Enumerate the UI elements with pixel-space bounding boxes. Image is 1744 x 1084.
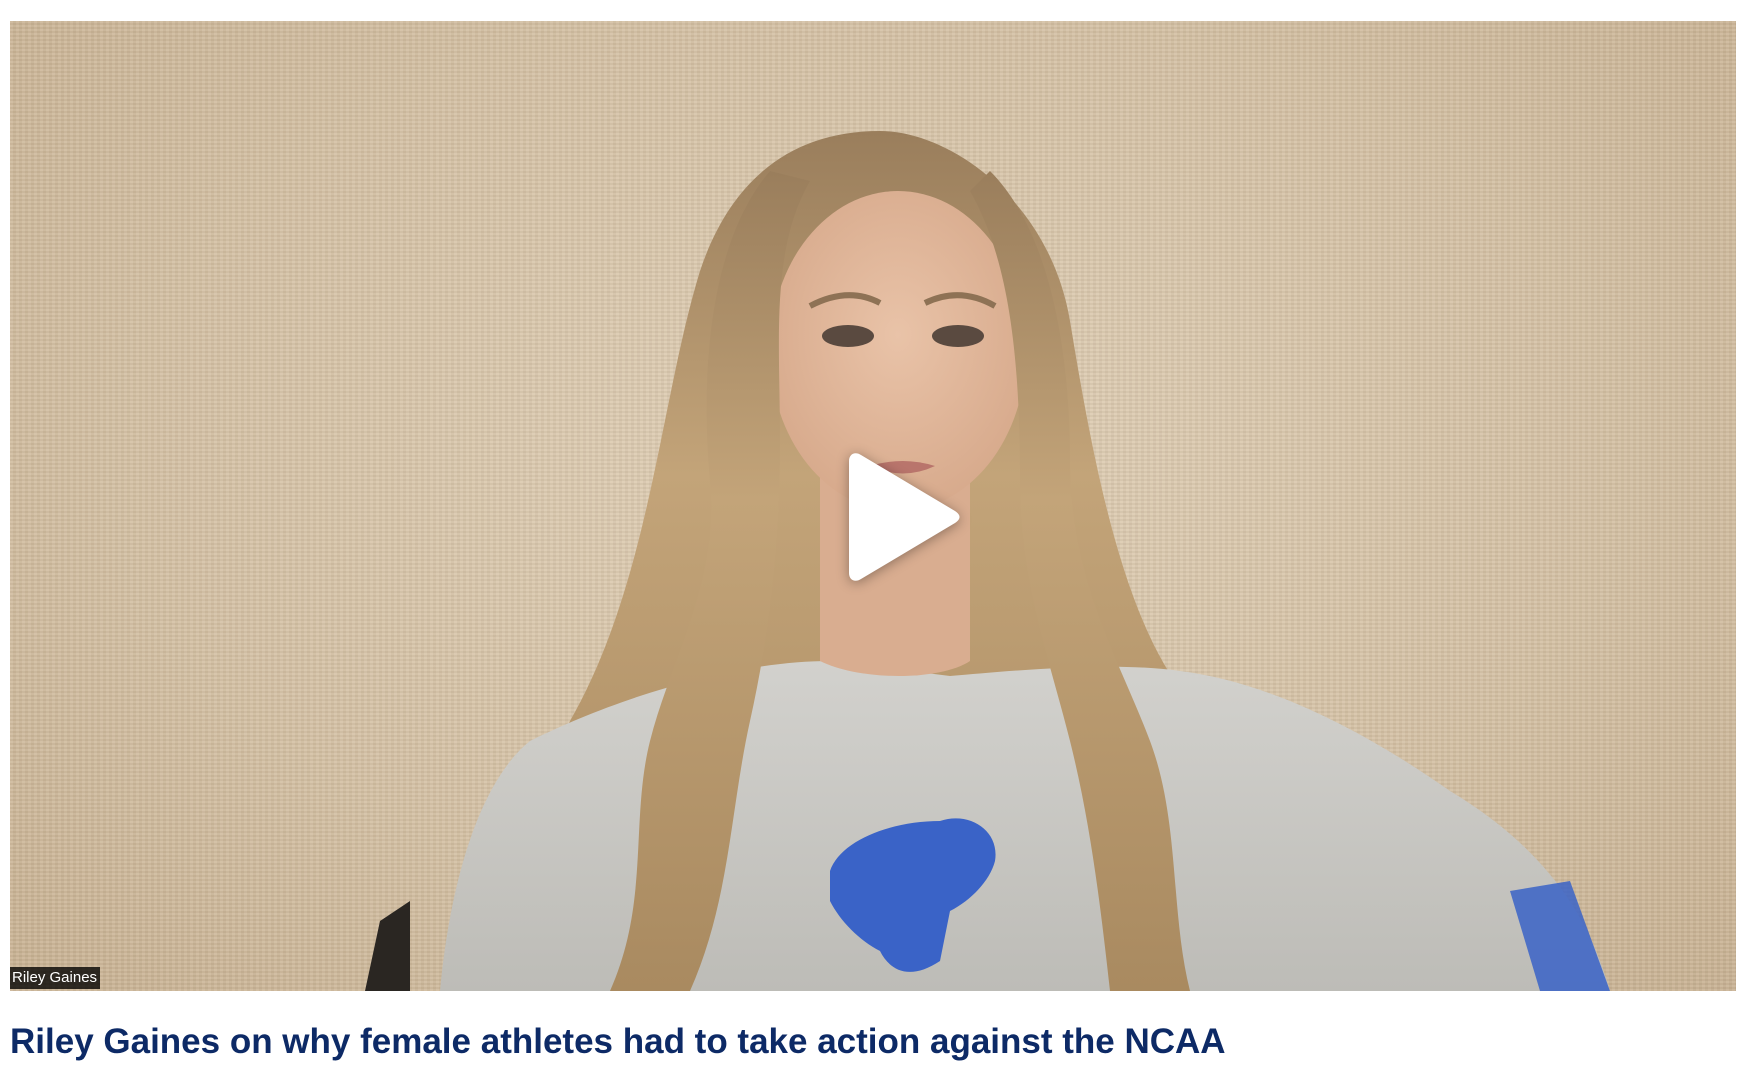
participant-name-tag: Riley Gaines: [10, 967, 101, 989]
left-eye: [822, 325, 874, 347]
video-player[interactable]: Riley Gaines: [10, 21, 1736, 991]
right-eye: [932, 325, 984, 347]
play-icon: [849, 453, 960, 581]
play-button[interactable]: [843, 447, 963, 587]
chair: [365, 901, 410, 991]
video-title[interactable]: Riley Gaines on why female athletes had …: [10, 1020, 1226, 1064]
hoodie: [440, 661, 1610, 991]
